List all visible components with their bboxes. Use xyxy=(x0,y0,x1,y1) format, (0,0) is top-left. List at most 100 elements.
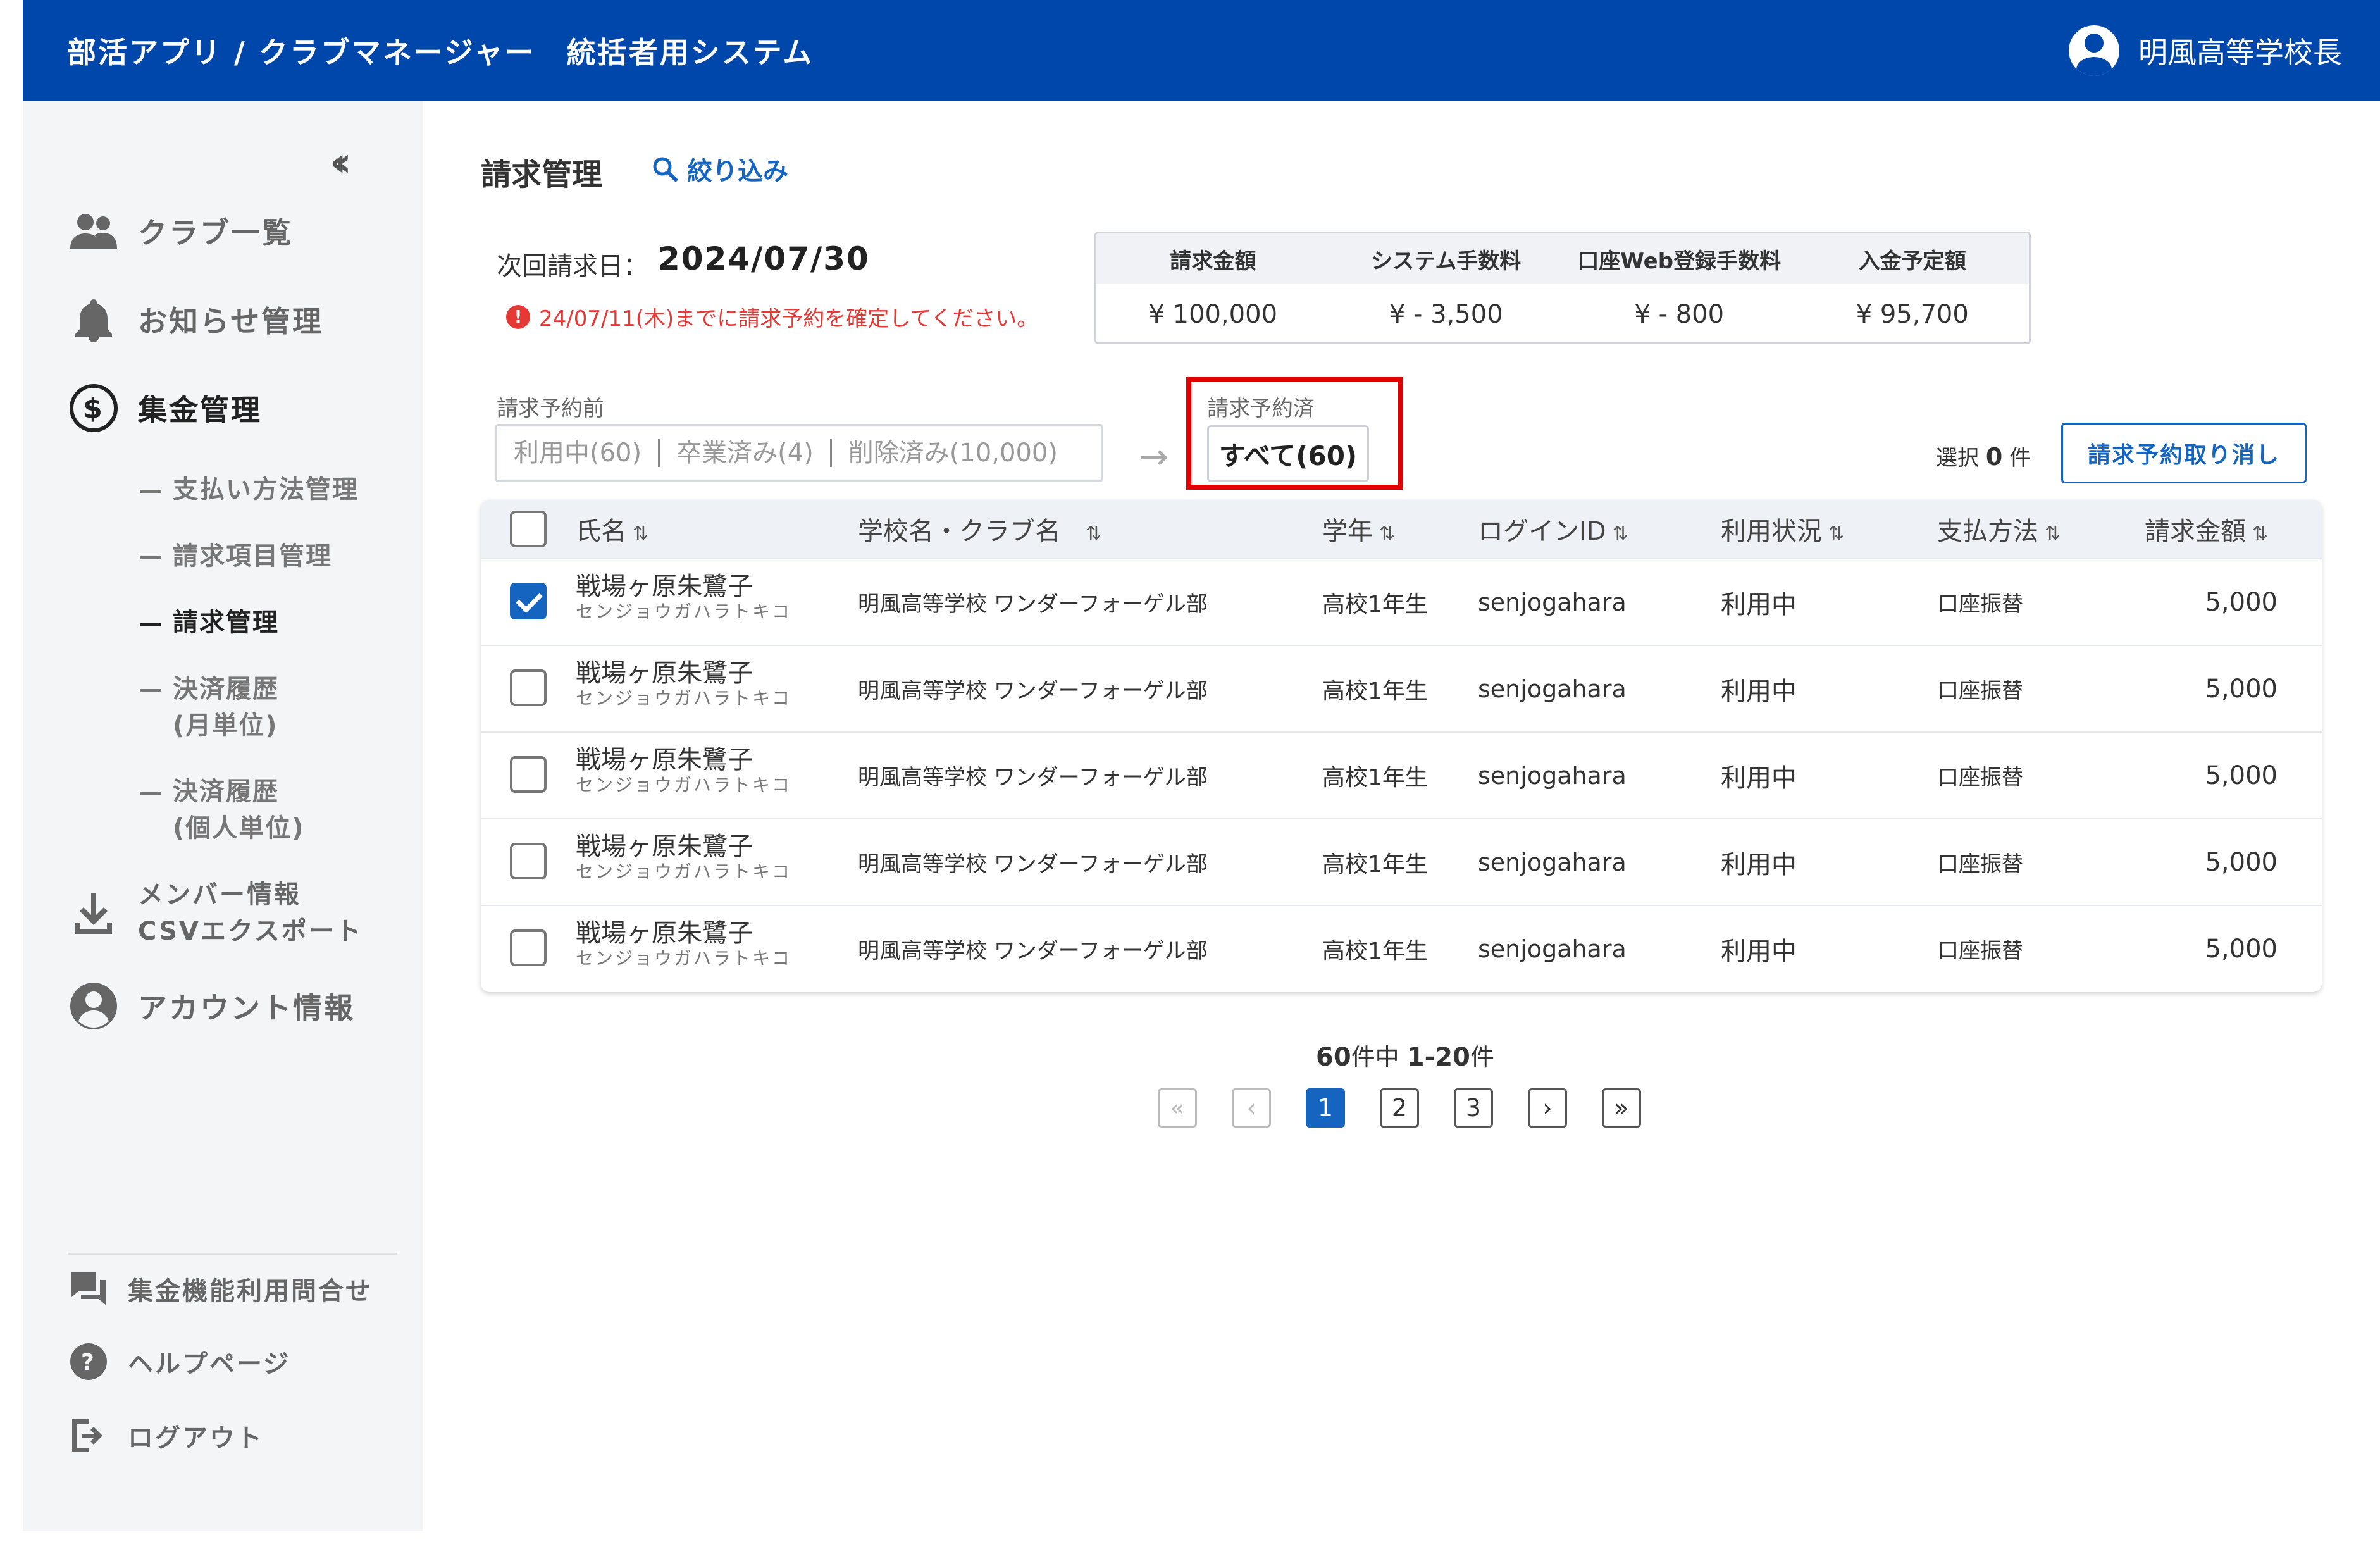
header-amount-label: 請求金額 xyxy=(2145,517,2246,546)
pagination-info: 60件中 1-20件 xyxy=(1316,1038,1494,1072)
nav-account[interactable]: アカウント情報 xyxy=(68,981,355,1031)
header-payment-label: 支払方法 xyxy=(1937,517,2038,546)
cancel-reservation-button[interactable]: 請求予約取り消し xyxy=(2061,423,2307,483)
deadline-warning: ! 24/07/11(木)までに請求予約を確定してください。 xyxy=(506,301,1038,332)
footer-inquiry[interactable]: 集金機能利用問合せ xyxy=(68,1269,373,1309)
row-checkbox[interactable] xyxy=(510,669,547,706)
after-reservation-label: 請求予約済 xyxy=(1207,396,1315,421)
sort-icon: ⇅ xyxy=(1379,523,1396,545)
login-id: senjogahara xyxy=(1478,588,1627,616)
grade: 高校1年生 xyxy=(1322,678,1428,704)
summary-header-billing: 請求金額 xyxy=(1170,248,1256,274)
total-suffix: 件中 xyxy=(1351,1043,1399,1071)
last-page-icon[interactable]: » xyxy=(1602,1088,1641,1128)
app-title: 部活アプリ / クラブマネージャー 統括者用システム xyxy=(67,35,814,70)
logout-icon xyxy=(68,1415,109,1456)
sub-history-monthly[interactable]: 決済履歴 (月単位) xyxy=(140,671,279,744)
collapse-sidebar-icon[interactable]: ‹‹ xyxy=(330,139,351,186)
payment-method: 口座振替 xyxy=(1937,678,2023,704)
sub-history-personal[interactable]: 決済履歴 (個人単位) xyxy=(140,773,305,847)
sort-icon: ⇅ xyxy=(1612,523,1628,545)
before-reservation-label: 請求予約前 xyxy=(497,396,604,421)
sub-billing[interactable]: 請求管理 xyxy=(140,604,279,641)
nav-csv-export-line1: メンバー情報 xyxy=(138,880,301,909)
grade: 高校1年生 xyxy=(1322,764,1428,791)
tab-active[interactable]: 利用中(60) xyxy=(497,439,660,467)
user-menu[interactable]: 明風高等学校長 xyxy=(2069,25,2342,76)
next-page-icon[interactable]: › xyxy=(1528,1088,1567,1128)
select-all-checkbox[interactable] xyxy=(510,511,547,547)
payment-method: 口座振替 xyxy=(1937,852,2023,877)
member-name-cell: 戦場ヶ原朱鷺子 センジョウガハラトキコ xyxy=(576,572,791,623)
grade: 高校1年生 xyxy=(1322,851,1428,878)
sort-icon: ⇅ xyxy=(2252,523,2269,545)
nav-csv-export[interactable]: メンバー情報 CSVエクスポート xyxy=(68,876,363,950)
payment-method: 口座振替 xyxy=(1937,592,2023,617)
header-login-id[interactable]: ログインID ⇅ xyxy=(1478,511,1628,547)
table-row[interactable]: 戦場ヶ原朱鷺子 センジョウガハラトキコ 明風高等学校 ワンダーフォーゲル部 高校1… xyxy=(481,905,2322,991)
first-page-icon[interactable]: « xyxy=(1158,1088,1197,1128)
member-kana: センジョウガハラトキコ xyxy=(576,774,792,795)
filter-label: 絞り込み xyxy=(687,157,788,186)
billing-amount: 5,000 xyxy=(2205,587,2278,617)
top-header: 部活アプリ / クラブマネージャー 統括者用システム 明風高等学校長 xyxy=(23,0,2380,101)
page-2-button[interactable]: 2 xyxy=(1380,1088,1419,1128)
tab-all-reserved[interactable]: すべて(60) xyxy=(1207,425,1369,482)
header-amount[interactable]: 請求金額 ⇅ xyxy=(2145,511,2268,547)
member-name: 戦場ヶ原朱鷺子 xyxy=(576,572,753,601)
next-billing-date-label: 次回請求日： xyxy=(497,252,648,281)
page-3-button[interactable]: 3 xyxy=(1454,1088,1493,1128)
member-name-cell: 戦場ヶ原朱鷺子 センジョウガハラトキコ xyxy=(576,832,791,883)
nav-account-label: アカウント情報 xyxy=(138,991,355,1025)
sidebar-divider xyxy=(68,1253,397,1255)
dash-icon xyxy=(140,791,161,795)
row-checkbox[interactable] xyxy=(510,583,547,619)
sidebar: ‹‹ クラブ一覧 お知らせ管理 $ 集金管理 支払い方法管理 請求項目管理 請求… xyxy=(23,101,423,1531)
sub-payment-methods[interactable]: 支払い方法管理 xyxy=(140,471,359,508)
tab-deleted[interactable]: 削除済み(10,000) xyxy=(832,439,1074,467)
tab-graduated[interactable]: 卒業済み(4) xyxy=(660,439,832,467)
member-name-cell: 戦場ヶ原朱鷺子 センジョウガハラトキコ xyxy=(576,919,791,969)
row-checkbox[interactable] xyxy=(510,843,547,879)
nav-notices-label: お知らせ管理 xyxy=(138,304,324,339)
prev-page-icon[interactable]: ‹ xyxy=(1232,1088,1271,1128)
member-name-cell: 戦場ヶ原朱鷺子 センジョウガハラトキコ xyxy=(576,659,791,709)
row-checkbox[interactable] xyxy=(510,756,547,793)
sub-history-personal-unit: (個人単位) xyxy=(173,814,305,843)
page-1-button[interactable]: 1 xyxy=(1306,1088,1345,1128)
footer-help[interactable]: ? ヘルプページ xyxy=(68,1341,290,1382)
header-login-id-label: ログインID xyxy=(1478,517,1606,546)
usage-status: 利用中 xyxy=(1721,590,1797,619)
summary-header-expected: 入金予定額 xyxy=(1858,248,1966,274)
nav-notices[interactable]: お知らせ管理 xyxy=(68,294,323,345)
row-checkbox[interactable] xyxy=(510,929,547,966)
table-row[interactable]: 戦場ヶ原朱鷺子 センジョウガハラトキコ 明風高等学校 ワンダーフォーゲル部 高校1… xyxy=(481,731,2322,818)
summary-header-system-fee: システム手数料 xyxy=(1371,248,1522,274)
dash-icon xyxy=(140,688,161,692)
table-row[interactable]: 戦場ヶ原朱鷺子 センジョウガハラトキコ 明風高等学校 ワンダーフォーゲル部 高校1… xyxy=(481,645,2322,731)
header-grade[interactable]: 学年 ⇅ xyxy=(1322,511,1395,547)
header-status[interactable]: 利用状況 ⇅ xyxy=(1721,511,1844,547)
filter-link[interactable]: 絞り込み xyxy=(652,151,788,187)
grade: 高校1年生 xyxy=(1322,938,1428,964)
sub-history-personal-label: 決済履歴 xyxy=(173,777,279,806)
school-club: 明風高等学校 ワンダーフォーゲル部 xyxy=(858,938,1208,964)
table-row[interactable]: 戦場ヶ原朱鷺子 センジョウガハラトキコ 明風高等学校 ワンダーフォーゲル部 高校1… xyxy=(481,558,2322,645)
header-name[interactable]: 氏名 ⇅ xyxy=(576,511,648,547)
sub-history-monthly-label: 決済履歴 xyxy=(173,674,279,704)
table-row[interactable]: 戦場ヶ原朱鷺子 センジョウガハラトキコ 明風高等学校 ワンダーフォーゲル部 高校1… xyxy=(481,818,2322,905)
payment-method: 口座振替 xyxy=(1937,938,2023,964)
sub-billing-items[interactable]: 請求項目管理 xyxy=(140,538,332,575)
member-name: 戦場ヶ原朱鷺子 xyxy=(576,832,753,861)
next-billing-date-value: 2024/07/30 xyxy=(658,240,870,277)
header-payment[interactable]: 支払方法 ⇅ xyxy=(1937,511,2061,547)
login-id: senjogahara xyxy=(1478,761,1627,790)
nav-collection-label: 集金管理 xyxy=(138,393,262,427)
sort-icon: ⇅ xyxy=(633,523,649,545)
before-reservation-tabs: 利用中(60) 卒業済み(4) 削除済み(10,000) xyxy=(495,424,1103,482)
nav-club-list[interactable]: クラブ一覧 xyxy=(68,206,293,256)
user-name: 明風高等学校長 xyxy=(2138,35,2342,70)
nav-collection[interactable]: $ 集金管理 xyxy=(68,383,262,433)
header-school-club[interactable]: 学校名・クラブ名 ⇅ xyxy=(858,511,1101,547)
footer-logout[interactable]: ログアウト xyxy=(68,1415,264,1456)
